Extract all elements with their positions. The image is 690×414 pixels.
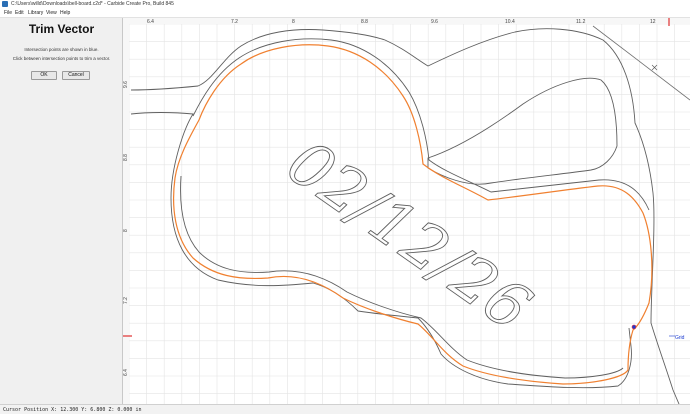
top-tick-label: 8.8 <box>361 19 368 25</box>
app-icon <box>2 1 8 7</box>
left-tick-label: 6.4 <box>123 369 129 376</box>
left-tick-label: 8.8 <box>123 154 129 161</box>
left-tick-label: 8 <box>123 229 129 232</box>
design-canvas[interactable]: 6.4 7.2 8 8.8 9.6 10.4 11.2 12 9.6 8.8 8… <box>123 18 690 404</box>
top-tick-label: 7.2 <box>231 19 238 25</box>
grid-label-group: Grid <box>669 335 685 341</box>
ok-button[interactable]: OK <box>31 71 57 80</box>
instruction-line-2: Click between intersection points to tri… <box>12 56 111 61</box>
cancel-button[interactable]: Cancel <box>62 71 90 80</box>
vector-inner-offset[interactable] <box>192 38 650 211</box>
instruction-line-1: Intersection points are shown in blue. <box>24 47 99 52</box>
menu-view[interactable]: View <box>46 9 57 18</box>
trim-vector-panel: Trim Vector Intersection points are show… <box>0 18 123 404</box>
menu-library[interactable]: Library <box>28 9 43 18</box>
title-bar: C:\Users\willd\Downloads\bell-board.c2d*… <box>0 0 690 9</box>
top-tick-label: 9.6 <box>431 19 438 25</box>
top-tick-label: 10.4 <box>505 19 515 25</box>
grid-label: Grid <box>675 335 685 341</box>
top-tick-label: 12 <box>650 19 656 25</box>
close-marker-icon <box>651 64 658 71</box>
panel-title: Trim Vector <box>28 22 95 36</box>
menu-file[interactable]: File <box>4 9 12 18</box>
left-ruler <box>123 18 129 404</box>
menu-bar: File Edit Library View Help <box>0 9 690 18</box>
cursor-position: Cursor Position X: 12.300 Y: 6.800 Z: 0.… <box>3 407 142 413</box>
top-tick-label: 8 <box>292 19 295 25</box>
intersection-point[interactable] <box>631 324 637 330</box>
window-title: C:\Users\willd\Downloads\bell-board.c2d*… <box>11 1 174 7</box>
left-tick-label: 9.6 <box>123 81 129 88</box>
top-tick-label: 11.2 <box>576 19 586 25</box>
left-tick-label: 7.2 <box>123 297 129 304</box>
top-tick-label: 6.4 <box>147 19 154 25</box>
menu-edit[interactable]: Edit <box>15 9 24 18</box>
menu-help[interactable]: Help <box>60 9 70 18</box>
status-bar: Cursor Position X: 12.300 Y: 6.800 Z: 0.… <box>0 404 690 414</box>
top-ruler <box>123 18 690 24</box>
